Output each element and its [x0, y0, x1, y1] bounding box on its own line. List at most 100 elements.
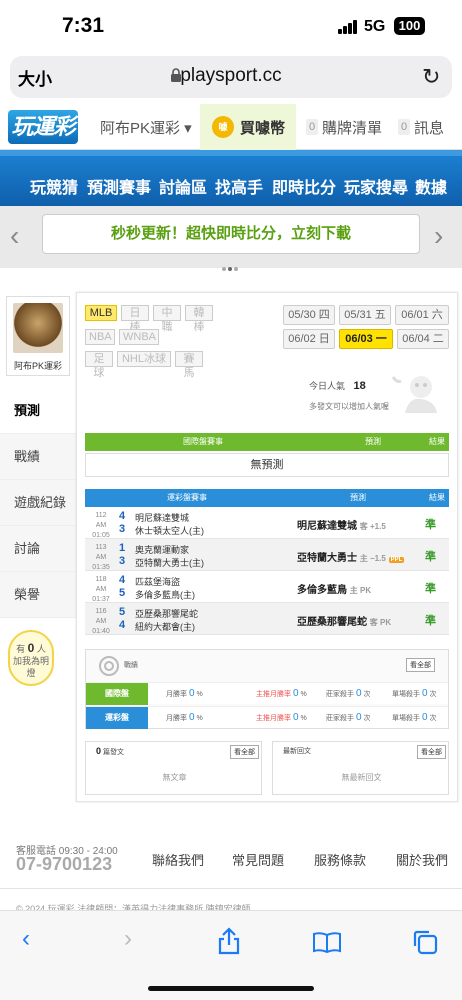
nav-item-search[interactable]: 玩家搜尋: [344, 174, 408, 198]
nav-item-play[interactable]: 玩競猜: [30, 174, 78, 198]
record-row-label: 國際盤: [86, 683, 148, 705]
chevron-left-icon[interactable]: ‹: [10, 220, 19, 252]
date-0602[interactable]: 06/02 日: [283, 329, 335, 349]
stat-label: 月勝率: [166, 715, 187, 722]
bulb-prefix: 有: [16, 644, 26, 654]
stat-label: 單場殺手: [392, 691, 420, 698]
posts-view-all-button[interactable]: 看全部: [230, 745, 259, 759]
record-view-all-button[interactable]: 看全部: [406, 658, 435, 672]
away-score: 4: [119, 574, 126, 586]
buy-coin-button[interactable]: 噱 買噱幣: [200, 104, 296, 150]
promo-carousel: ‹ 秒秒更新！超快即時比分，立刻下載 ›: [0, 206, 462, 271]
footer-divider: [0, 888, 462, 889]
sport-tab-nhl[interactable]: NHL冰球: [117, 351, 171, 367]
site-footer: 客服電話 09:30 - 24:00 07-9700123 聯絡我們 常見問題 …: [0, 830, 462, 920]
message-link[interactable]: 訊息: [414, 117, 444, 138]
sidebar-item-predict[interactable]: 預測: [0, 388, 76, 434]
sport-tab-soccer[interactable]: 足球: [85, 351, 113, 379]
url-text[interactable]: playsport.cc: [10, 65, 452, 87]
nav-item-experts[interactable]: 找高手: [215, 174, 263, 198]
sport-tab-nba[interactable]: NBA: [85, 329, 115, 345]
date-0604[interactable]: 06/04 二: [397, 329, 449, 349]
footer-link-contact[interactable]: 聯絡我們: [152, 850, 204, 869]
home-score: 4: [119, 619, 126, 631]
lottery-col-predict: 預測: [350, 493, 366, 502]
home-score: 3: [119, 555, 126, 567]
sport-tab-wnba[interactable]: WNBA: [119, 329, 159, 345]
support-phone[interactable]: 07-9700123: [16, 854, 112, 875]
result: 準: [425, 615, 436, 627]
reload-icon[interactable]: ↻: [422, 64, 440, 90]
away-team: 明尼蘇達雙城: [135, 513, 190, 523]
posts-box: 0 篇發文 看全部 無文章: [85, 741, 262, 795]
pick-line: 主 PK: [349, 586, 372, 595]
share-icon[interactable]: [216, 927, 242, 955]
game-id: 118: [95, 576, 107, 583]
bulb-unit: 人: [36, 644, 46, 654]
nav-item-forum[interactable]: 討論區: [159, 174, 207, 198]
stat-value: 0: [355, 712, 362, 723]
site-logo[interactable]: 玩運彩: [8, 110, 78, 144]
stat-label: 月勝率: [166, 691, 187, 698]
intl-empty: 無預測: [85, 453, 449, 477]
sport-tab-horse[interactable]: 賽馬: [175, 351, 203, 379]
nav-item-data[interactable]: 數據: [415, 174, 447, 198]
status-bar: 7:31 5G 100: [0, 0, 462, 52]
back-icon[interactable]: ‹: [22, 925, 30, 953]
date-0603[interactable]: 06/03 一: [339, 329, 393, 349]
bulb-label: 加我為明燈: [12, 656, 49, 678]
lightbulb-follow-button[interactable]: 有 0 人 加我為明燈: [8, 630, 54, 686]
footer-link-about[interactable]: 關於我們: [396, 850, 448, 869]
tabs-icon[interactable]: [412, 929, 438, 955]
away-score: 5: [119, 606, 126, 618]
game-time: AM 01:40: [92, 618, 110, 635]
footer-link-terms[interactable]: 服務條款: [314, 850, 366, 869]
date-0531[interactable]: 05/31 五: [339, 305, 391, 325]
sport-tab-mlb[interactable]: MLB: [85, 305, 117, 321]
sport-tab-kbo[interactable]: 韓棒: [185, 305, 213, 333]
table-row[interactable]: 116 AM 01:40 5 亞歷桑那響尾蛇 4 紐約大都會(主) 亞歷桑那響尾蛇…: [85, 603, 449, 635]
stat-unit: 次: [429, 715, 437, 722]
sidebar-item-discuss[interactable]: 討論: [0, 526, 76, 572]
sidebar-item-game-log[interactable]: 遊戲紀錄: [0, 480, 76, 526]
forward-icon[interactable]: ›: [124, 925, 132, 953]
table-row[interactable]: 112 AM 01:05 4 明尼蘇達雙城 3 休士頓太空人(主) 明尼蘇達雙城 …: [85, 507, 449, 539]
user-menu[interactable]: 阿布PK運彩 ▾: [100, 117, 192, 138]
coin-icon: 噱: [212, 116, 234, 138]
date-0530[interactable]: 05/30 四: [283, 305, 335, 325]
pick-team: 亞歷桑那響尾蛇: [297, 617, 367, 628]
away-team: 匹茲堡海盜: [135, 577, 181, 587]
bookmarks-icon[interactable]: [312, 931, 342, 953]
table-row[interactable]: 113 AM 01:35 1 奧克蘭運動家 3 亞特蘭大勇士(主) 亞特蘭大勇士 …: [85, 539, 449, 571]
stat-unit: 次: [363, 691, 371, 698]
popularity-label: 今日人氣: [309, 381, 346, 391]
date-0601[interactable]: 06/01 六: [395, 305, 449, 325]
signal-icon: [338, 20, 358, 34]
sidebar-item-record[interactable]: 戰績: [0, 434, 76, 480]
lottery-col-result: 結果: [429, 493, 445, 502]
sport-tab-cpbl[interactable]: 中職: [153, 305, 181, 333]
main-nav: 玩競猜 預測賽事 討論區 找高手 即時比分 玩家搜尋 數據: [0, 150, 462, 206]
nav-item-predict[interactable]: 預測賽事: [87, 174, 151, 198]
nav-item-livescore[interactable]: 即時比分: [272, 174, 336, 198]
footer-link-faq[interactable]: 常見問題: [232, 850, 284, 869]
away-score: 4: [119, 510, 126, 522]
replies-view-all-button[interactable]: 看全部: [417, 745, 446, 759]
promo-banner[interactable]: 秒秒更新！超快即時比分，立刻下載: [42, 214, 420, 254]
address-bar[interactable]: 大小 playsport.cc ↻: [10, 56, 452, 98]
table-row[interactable]: 118 AM 01:37 4 匹茲堡海盜 5 多倫多藍鳥(主) 多倫多藍鳥 主 P…: [85, 571, 449, 603]
chevron-right-icon[interactable]: ›: [434, 220, 443, 252]
home-score: 3: [119, 523, 126, 535]
pick-team: 多倫多藍鳥: [297, 585, 347, 596]
site-header: 玩運彩 阿布PK運彩 ▾ 噱 買噱幣 0 購牌清單 0 訊息: [0, 104, 462, 150]
avatar[interactable]: [13, 303, 63, 353]
record-row-lottery: 運彩盤 月勝率 0 % 主推月勝率 0 % 莊家殺手 0 次 單場殺手 0 次: [86, 706, 448, 729]
result: 準: [425, 583, 436, 595]
stat-unit: 次: [363, 715, 371, 722]
sidebar-item-honor[interactable]: 榮譽: [0, 572, 76, 618]
away-team: 亞歷桑那響尾蛇: [135, 609, 199, 619]
profile-card: 阿布PK運彩: [6, 296, 70, 376]
home-team: 紐約大都會(主): [135, 622, 195, 632]
cart-link[interactable]: 購牌清單: [322, 117, 382, 138]
sport-tab-npb[interactable]: 日棒: [121, 305, 149, 333]
